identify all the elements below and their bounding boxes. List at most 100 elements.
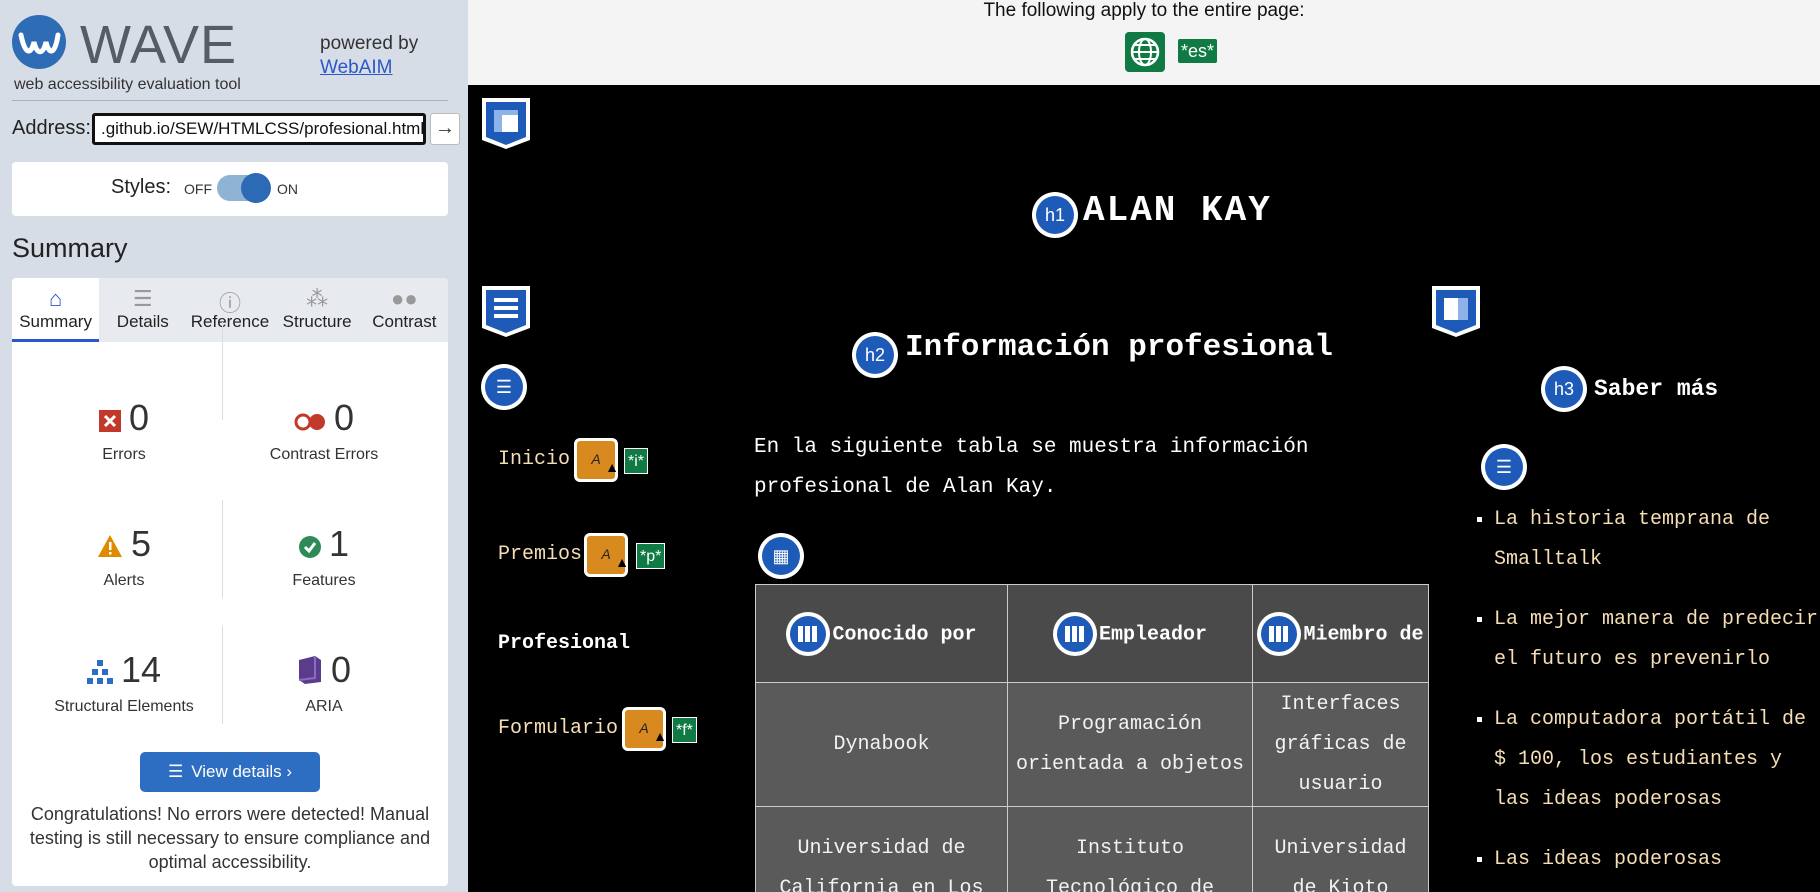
errors-label: Errors xyxy=(102,446,146,464)
view-details-label: View details › xyxy=(191,762,293,781)
alerts-count: 5 xyxy=(130,523,152,564)
h3-badge[interactable]: h3 xyxy=(1541,366,1587,412)
wave-logo: WAVE web accessibility evaluation tool p… xyxy=(12,12,452,97)
stat-errors: 0 Errors xyxy=(24,398,224,464)
globe-icon[interactable] xyxy=(1125,32,1165,72)
aside-landmark-icon[interactable] xyxy=(1430,284,1482,338)
h3-badge-label: h3 xyxy=(1545,370,1583,408)
table-header: Miembro de xyxy=(1252,584,1429,683)
tab-label: Structure xyxy=(282,312,352,331)
arrow-right-icon[interactable]: → xyxy=(430,113,460,145)
divider xyxy=(222,626,223,724)
tab-summary[interactable]: ⌂ Summary xyxy=(12,278,100,342)
table-header: Empleador xyxy=(1007,584,1253,683)
table-cell: Universidad de California en Los xyxy=(755,806,1008,892)
nav-link-inicio[interactable]: Inicio xyxy=(498,448,570,471)
lang-tag[interactable]: *i* xyxy=(624,448,649,474)
divider xyxy=(12,100,448,101)
list-icon[interactable]: ☰ xyxy=(481,364,527,410)
aria-count: 0 xyxy=(330,649,352,690)
table-header-icon[interactable] xyxy=(1052,611,1097,656)
alert-icon[interactable]: A ▲ xyxy=(574,438,619,482)
nav-current-profesional[interactable]: Profesional xyxy=(498,632,630,655)
wave-logo-word: WAVE xyxy=(80,15,238,75)
table-cell: Instituto Tecnológico de xyxy=(1007,806,1253,892)
list-item: La historia temprana de Smalltalk xyxy=(1494,500,1820,580)
alert-icon xyxy=(97,526,123,566)
table-header-icon[interactable] xyxy=(786,611,831,656)
list-icon: ☰ xyxy=(167,762,184,781)
powered-by-text: powered by xyxy=(320,33,419,54)
table-icon[interactable]: ▦ xyxy=(758,533,804,579)
tab-structure[interactable]: ⁂ Structure xyxy=(274,278,361,342)
h2-badge-label: h2 xyxy=(856,336,894,374)
styles-toggle-box: Styles: OFF ON xyxy=(12,162,448,216)
contrast-icon: ●● xyxy=(391,286,418,311)
list-icon: ☰ xyxy=(132,286,153,311)
home-icon: ⌂ xyxy=(48,286,63,311)
tab-label: Contrast xyxy=(372,312,437,331)
alert-icon[interactable]: A ▲ xyxy=(622,707,667,751)
h1-badge[interactable]: h1 xyxy=(1032,192,1078,238)
table-header: Conocido por xyxy=(755,584,1008,683)
aside-heading: Saber más xyxy=(1594,376,1719,402)
view-details-button[interactable]: ☰ View details › xyxy=(140,752,320,792)
list-item: La computadora portátil de $ 100, los es… xyxy=(1494,700,1820,820)
list-item: La mejor manera de predecir el futuro es… xyxy=(1494,600,1820,680)
nav-landmark-icon[interactable] xyxy=(480,284,532,338)
header-landmark-icon[interactable] xyxy=(480,96,532,150)
table-header-icon[interactable] xyxy=(1257,611,1302,656)
more-link[interactable]: La historia temprana de Smalltalk xyxy=(1494,508,1770,571)
features-label: Features xyxy=(292,572,356,590)
h2-badge[interactable]: h2 xyxy=(852,332,898,378)
h1-badge-label: h1 xyxy=(1036,196,1074,234)
nav-link-formulario[interactable]: Formulario xyxy=(498,717,618,740)
structural-label: Structural Elements xyxy=(54,698,194,716)
more-link[interactable]: La mejor manera de predecir el futuro es… xyxy=(1494,608,1818,671)
table-cell: Universidad de Kioto xyxy=(1252,806,1429,892)
contrast-error-icon xyxy=(294,400,326,440)
page-wide-title: The following apply to the entire page: xyxy=(983,0,1305,21)
more-link[interactable]: Las ideas poderosas xyxy=(1494,848,1722,871)
error-icon xyxy=(98,400,121,440)
divider xyxy=(222,322,223,420)
wave-sidebar: WAVE web accessibility evaluation tool p… xyxy=(0,0,468,892)
page-title: ALAN KAY xyxy=(1083,190,1272,231)
powered-by: powered by WebAIM xyxy=(320,32,418,80)
alerts-label: Alerts xyxy=(103,572,145,590)
table-cell: Programación orientada a objetos xyxy=(1007,682,1253,807)
alert-icon[interactable]: A ▲ xyxy=(584,533,629,577)
page-preview: The following apply to the entire page: … xyxy=(468,0,1820,892)
list-icon[interactable]: ☰ xyxy=(1481,444,1527,490)
tab-bar: ⌂ Summary ☰ Details ⓘ Reference ⁂ Struct… xyxy=(12,278,448,342)
info-table: Conocido por Empleador Miembro de Dynabo… xyxy=(755,584,1429,892)
structural-count: 14 xyxy=(120,649,162,690)
tab-contrast[interactable]: ●● Contrast xyxy=(361,278,448,342)
congrats-message: Congratulations! No errors were detected… xyxy=(29,804,431,872)
intro-paragraph: En la siguiente tabla se muestra informa… xyxy=(754,436,1309,499)
lang-tag[interactable]: *f* xyxy=(672,717,697,743)
divider xyxy=(222,500,223,598)
styles-label: Styles: xyxy=(111,176,172,198)
stat-contrast-errors: 0 Contrast Errors xyxy=(224,398,424,464)
webaim-link[interactable]: WebAIM xyxy=(320,57,393,78)
nav-link-premios[interactable]: Premios xyxy=(498,543,582,566)
summary-panel: ⌂ Summary ☰ Details ⓘ Reference ⁂ Struct… xyxy=(12,278,448,886)
address-input[interactable]: .github.io/SEW/HTMLCSS/profesional.html xyxy=(92,113,426,145)
lang-tag[interactable]: *p* xyxy=(636,543,666,569)
tab-label: Summary xyxy=(19,312,92,331)
table-cell: Interfaces gráficas de usuario xyxy=(1252,682,1429,807)
hierarchy-icon xyxy=(86,652,113,692)
tab-details[interactable]: ☰ Details xyxy=(99,278,186,342)
stat-alerts: 5 Alerts xyxy=(24,524,224,590)
language-tag[interactable]: *es* xyxy=(1178,39,1218,63)
tab-label: Reference xyxy=(190,312,270,331)
styles-toggle[interactable] xyxy=(217,173,271,203)
info-icon: ⓘ xyxy=(218,291,241,316)
errors-count: 0 xyxy=(128,397,150,438)
stat-aria: 0 ARIA xyxy=(224,650,424,716)
aria-label: ARIA xyxy=(305,698,343,716)
tab-reference[interactable]: ⓘ Reference xyxy=(186,278,273,342)
wave-tagline: web accessibility evaluation tool xyxy=(14,76,241,93)
more-link[interactable]: La computadora portátil de $ 100, los es… xyxy=(1494,708,1806,811)
